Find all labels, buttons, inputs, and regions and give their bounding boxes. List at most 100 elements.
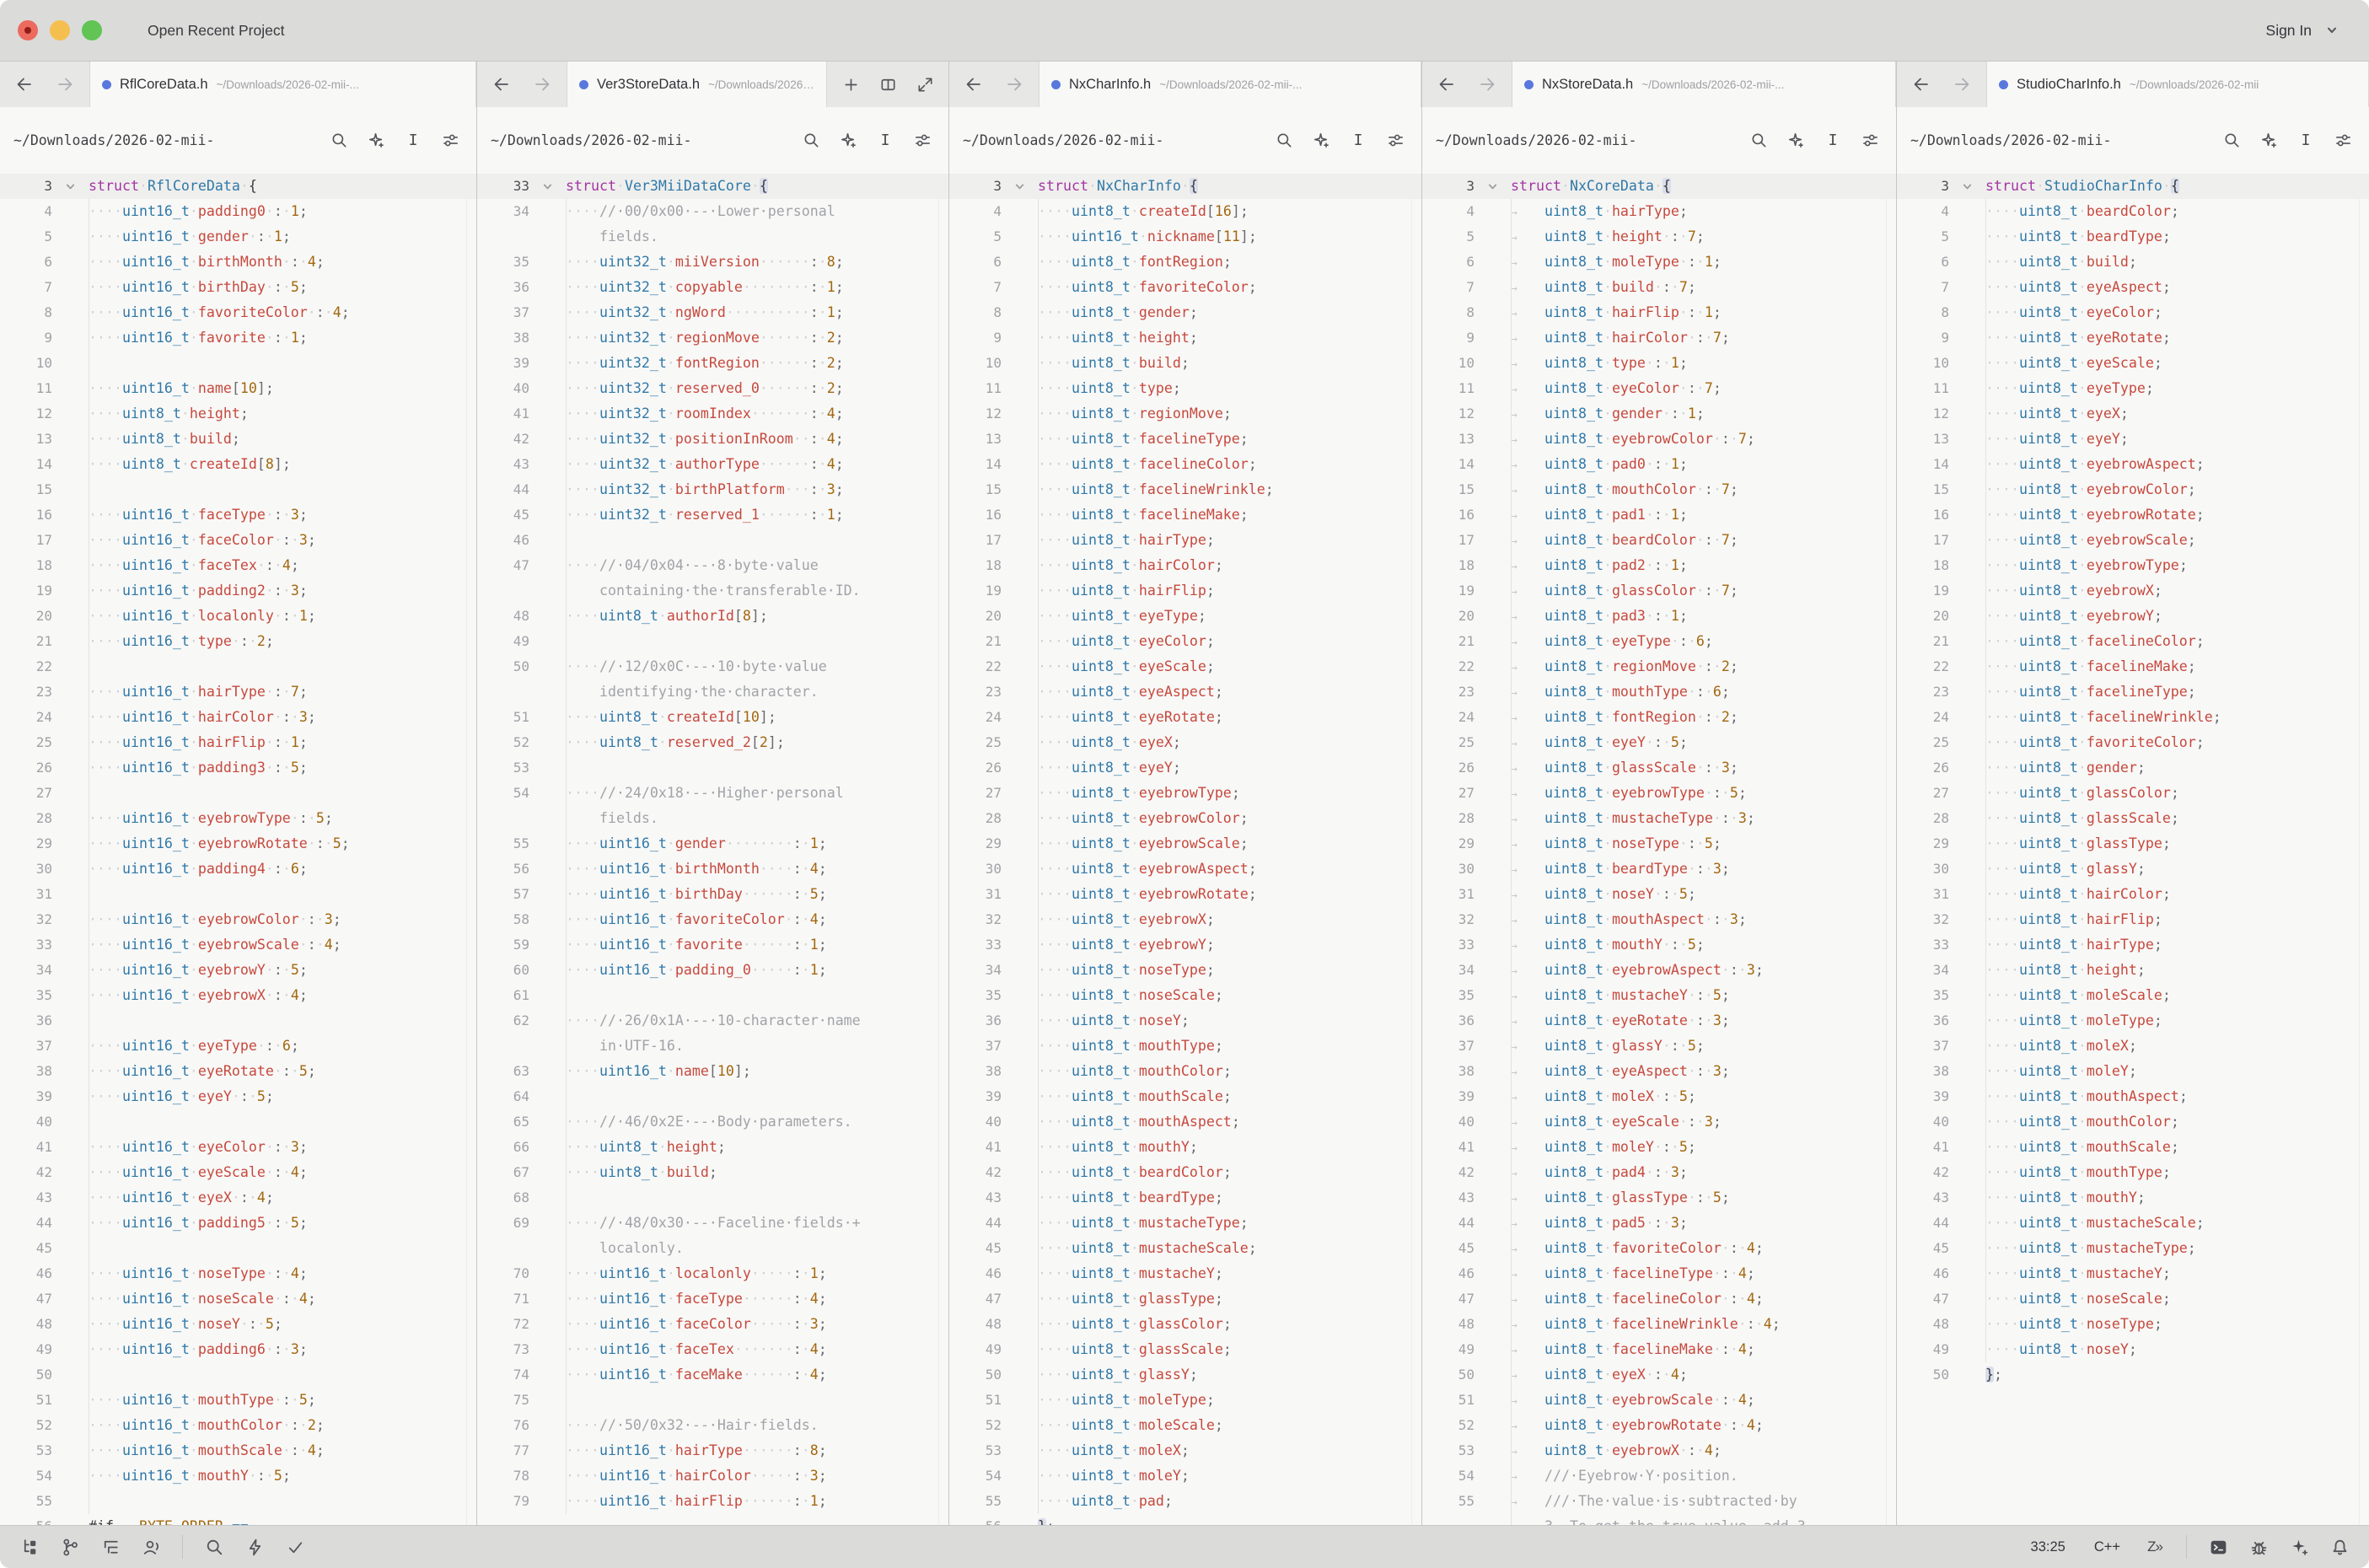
code-line-9[interactable]: 9····uint16_t·favorite·:·1; [0,325,476,351]
code-line-50[interactable]: 50}; [1897,1362,2369,1388]
inline-assist-button[interactable] [1303,124,1339,158]
recent-project-button[interactable]: Open Recent Project [141,19,291,43]
code-line-67[interactable]: 67····uint8_t·build; [477,1160,948,1185]
editor-controls-button[interactable] [905,124,940,158]
outline-panel-button[interactable] [93,1531,128,1563]
code-line-28[interactable]: 28····uint16_t·eyebrowType·:·5; [0,806,476,831]
code-line-14[interactable]: 14····uint8_t·createId[8]; [0,452,476,477]
code-line-54[interactable]: 54→///·Eyebrow·Y·position. [1422,1463,1896,1489]
fold-chevron-icon[interactable] [1949,174,1985,199]
code-line-34[interactable]: 34····uint8_t·height; [1897,958,2369,983]
edit-menu-button[interactable]: I [1815,124,1851,158]
code-line-22[interactable]: 22····uint8_t·facelineMake; [1897,654,2369,679]
language-button[interactable]: C++ [2082,1539,2132,1555]
code-line-5[interactable]: 5····uint16_t·nickname[11]; [949,224,1421,250]
tab-nxcharinfo-h[interactable]: NxCharInfo.h ~/Downloads/2026-02-mii-... [1039,62,1421,107]
code-line-38[interactable]: 38····uint8_t·mouthColor; [949,1059,1421,1084]
code-line-5[interactable]: 5····uint8_t·beardType; [1897,224,2369,250]
code-line-23[interactable]: 23→uint8_t·mouthType·:·6; [1422,679,1896,705]
code-line-27[interactable]: 27····uint8_t·eyebrowType; [949,781,1421,806]
code-line-10[interactable]: 10 [0,351,476,376]
code-line-79[interactable]: 79····uint16_t·hairFlip······:·1; [477,1489,948,1514]
code-line-48[interactable]: 48····uint8_t·authorId[8]; [477,604,948,629]
code-line-55[interactable]: 55 [0,1489,476,1514]
nav-back-button[interactable] [954,67,993,101]
code-line-36[interactable]: 36····uint8_t·moleType; [1897,1008,2369,1034]
new-tab-button[interactable] [834,67,868,101]
code-line-wrap[interactable]: fields. [477,224,948,250]
code-line-53[interactable]: 53 [477,755,948,781]
code-line-40[interactable]: 40 [0,1109,476,1135]
tab-studiocharinfo-h[interactable]: StudioCharInfo.h ~/Downloads/2026-02-mii [1986,62,2369,107]
code-line-44[interactable]: 44····uint8_t·mustacheType; [949,1211,1421,1236]
nav-forward-button[interactable] [1942,67,1981,101]
code-line-20[interactable]: 20····uint8_t·eyebrowY; [1897,604,2369,629]
code-line-9[interactable]: 9→uint8_t·hairColor·:·7; [1422,325,1896,351]
code-line-42[interactable]: 42····uint8_t·beardColor; [949,1160,1421,1185]
code-line-11[interactable]: 11····uint8_t·type; [949,376,1421,401]
nav-forward-button[interactable] [1468,67,1507,101]
cursor-position-button[interactable]: 33:25 [2019,1539,2077,1555]
code-line-13[interactable]: 13····uint8_t·facelineType; [949,427,1421,452]
code-line-46[interactable]: 46 [477,528,948,553]
code-line-39[interactable]: 39→uint8_t·moleX·:·5; [1422,1084,1896,1109]
code-line-22[interactable]: 22 [0,654,476,679]
code-line-20[interactable]: 20····uint16_t·localonly·:·1; [0,604,476,629]
inline-assist-button[interactable] [830,124,866,158]
code-editor[interactable]: 3 struct·StudioCharInfo·{ 4····uint8_t·b… [1897,174,2369,1525]
code-line-20[interactable]: 20····uint8_t·eyeType; [949,604,1421,629]
code-line-37[interactable]: 37····uint16_t·eyeType·:·6; [0,1034,476,1059]
code-line-33[interactable]: 33→uint8_t·mouthY·:·5; [1422,932,1896,958]
scrollbar-track[interactable] [1886,199,1887,1525]
code-line-5[interactable]: 5····uint16_t·gender·:·1; [0,224,476,250]
code-line-39[interactable]: 39····uint8_t·mouthScale; [949,1084,1421,1109]
nav-forward-button[interactable] [523,67,561,101]
code-line-50[interactable]: 50→uint8_t·eyeX·:·4; [1422,1362,1896,1388]
code-line-33[interactable]: 33····uint8_t·hairType; [1897,932,2369,958]
code-line-43[interactable]: 43····uint8_t·beardType; [949,1185,1421,1211]
code-line-16[interactable]: 16→uint8_t·pad1·:·1; [1422,502,1896,528]
code-line-28[interactable]: 28····uint8_t·eyebrowColor; [949,806,1421,831]
code-line-63[interactable]: 63····uint16_t·name[10]; [477,1059,948,1084]
code-line-51[interactable]: 51→uint8_t·eyebrowScale·:·4; [1422,1388,1896,1413]
code-line-18[interactable]: 18→uint8_t·pad2·:·1; [1422,553,1896,578]
code-line-58[interactable]: 58····uint16_t·favoriteColor·:·4; [477,907,948,932]
code-line-4[interactable]: 4····uint8_t·beardColor; [1897,199,2369,224]
code-line-23[interactable]: 23····uint8_t·facelineType; [1897,679,2369,705]
code-line-50[interactable]: 50····//·12/0x0C·--·10·byte·value [477,654,948,679]
code-line-49[interactable]: 49····uint8_t·noseY; [1897,1337,2369,1362]
code-line-29[interactable]: 29····uint8_t·eyebrowScale; [949,831,1421,856]
code-line-46[interactable]: 46····uint16_t·noseType·:·4; [0,1261,476,1286]
editor-controls-button[interactable] [432,124,468,158]
code-line-56[interactable]: 56}; [949,1514,1421,1525]
code-line-44[interactable]: 44····uint8_t·mustacheScale; [1897,1211,2369,1236]
code-line-8[interactable]: 8····uint16_t·favoriteColor·:·4; [0,300,476,325]
code-line-8[interactable]: 8····uint8_t·eyeColor; [1897,300,2369,325]
code-line-31[interactable]: 31····uint8_t·eyebrowRotate; [949,882,1421,907]
code-line-37[interactable]: 37····uint8_t·moleX; [1897,1034,2369,1059]
buffer-search-button[interactable] [2214,124,2249,158]
code-editor[interactable]: 3 struct·RflCoreData·{ 4····uint16_t·pad… [0,174,476,1525]
code-line-47[interactable]: 47····uint16_t·noseScale·:·4; [0,1286,476,1312]
collab-panel-button[interactable] [133,1531,169,1563]
debug-panel-button[interactable] [2241,1531,2276,1563]
code-line-7[interactable]: 7→uint8_t·build·:·7; [1422,275,1896,300]
code-line-12[interactable]: 12····uint8_t·eyeX; [1897,401,2369,427]
performance-button[interactable] [237,1531,272,1563]
code-line-12[interactable]: 12····uint8_t·regionMove; [949,401,1421,427]
code-body[interactable]: 4····uint8_t·beardColor;5····uint8_t·bea… [1897,199,2369,1525]
code-line-48[interactable]: 48→uint8_t·facelineWrinkle·:·4; [1422,1312,1896,1337]
code-line-29[interactable]: 29→uint8_t·noseType·:·5; [1422,831,1896,856]
code-line-9[interactable]: 9····uint8_t·height; [949,325,1421,351]
code-body[interactable]: 4····uint16_t·padding0·:·1;5····uint16_t… [0,199,476,1525]
code-line-38[interactable]: 38····uint8_t·moleY; [1897,1059,2369,1084]
code-line-23[interactable]: 23····uint8_t·eyeAspect; [949,679,1421,705]
code-line-57[interactable]: 57····uint16_t·birthDay······:·5; [477,882,948,907]
sticky-scope-header[interactable]: 3 struct·NxCoreData·{ [1422,174,1896,199]
minimize-button[interactable] [50,20,70,40]
code-line-65[interactable]: 65····//·46/0x2E·--·Body·parameters. [477,1109,948,1135]
code-line-25[interactable]: 25····uint16_t·hairFlip·:·1; [0,730,476,755]
terminal-panel-button[interactable] [2200,1531,2236,1563]
code-line-wrap[interactable]: containing·the·transferable·ID. [477,578,948,604]
code-line-6[interactable]: 6····uint8_t·build; [1897,250,2369,275]
